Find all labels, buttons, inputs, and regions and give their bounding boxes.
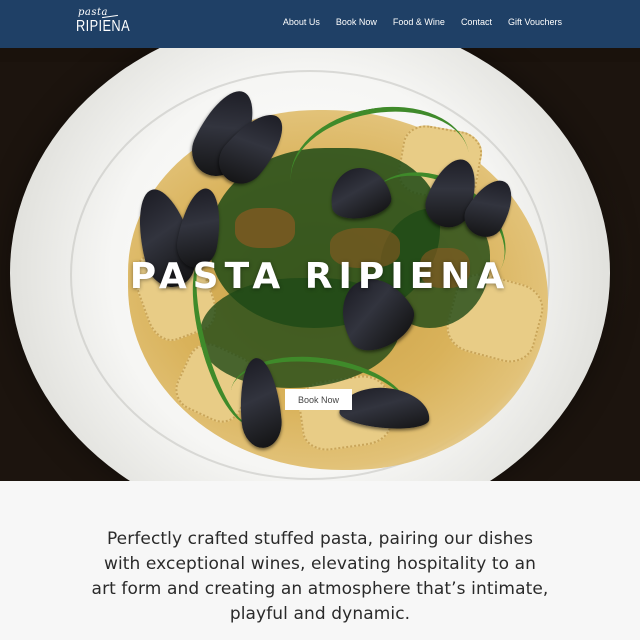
book-now-button[interactable]: Book Now xyxy=(285,389,352,410)
site-header: pasta RIPIENA About Us Book Now Food & W… xyxy=(0,0,640,48)
logo-main-text: RIPIENA xyxy=(76,18,131,35)
nav-contact[interactable]: Contact xyxy=(461,17,492,27)
breadcrumb-topping xyxy=(235,208,295,248)
nav-food-wine[interactable]: Food & Wine xyxy=(393,17,445,27)
logo-script-text: pasta xyxy=(78,7,108,18)
about-section: Perfectly crafted stuffed pasta, pairing… xyxy=(0,481,640,640)
site-logo[interactable]: pasta RIPIENA xyxy=(76,7,132,41)
nav-book-now[interactable]: Book Now xyxy=(336,17,377,27)
nav-gift-vouchers[interactable]: Gift Vouchers xyxy=(508,17,562,27)
nav-about-us[interactable]: About Us xyxy=(283,17,320,27)
about-text: Perfectly crafted stuffed pasta, pairing… xyxy=(91,529,549,624)
hero-section: PASTA RIPIENA Book Now xyxy=(0,48,640,481)
main-nav: About Us Book Now Food & Wine Contact Gi… xyxy=(283,17,562,27)
hero-title: PASTA RIPIENA xyxy=(129,256,511,297)
